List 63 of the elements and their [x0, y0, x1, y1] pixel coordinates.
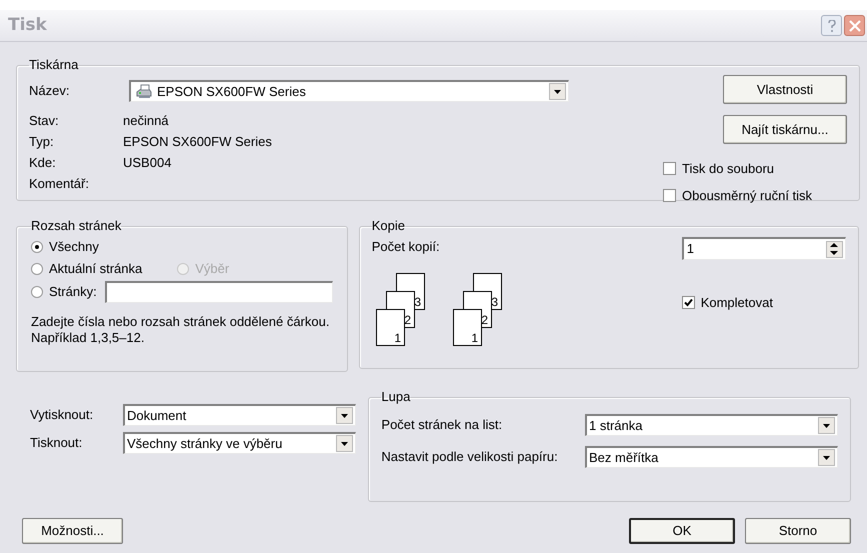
field-label: Komentář:: [29, 174, 90, 193]
field-label: Tisknout:: [30, 434, 84, 452]
group-label: Lupa: [381, 390, 410, 404]
field-value: nečinná: [123, 112, 169, 130]
dropdown-button[interactable]: [818, 449, 835, 466]
radio-label: Aktuální stránka: [49, 260, 142, 278]
field-value: EPSON SX600FW Series: [123, 132, 272, 151]
group-label: Kopie: [372, 219, 405, 233]
pages-input[interactable]: [104, 281, 333, 303]
caret-down-icon: [341, 414, 348, 418]
caret-down-icon: [341, 442, 348, 446]
radio-button[interactable]: [31, 286, 43, 298]
close-icon: [848, 20, 860, 32]
spin-buttons[interactable]: [826, 240, 843, 258]
checkbox[interactable]: [663, 188, 676, 202]
dropdown-button[interactable]: [336, 435, 353, 452]
select-dropdown[interactable]: 1 stránka: [585, 414, 838, 436]
dropdown-button[interactable]: [818, 417, 835, 434]
dialog-button[interactable]: OK: [629, 518, 735, 544]
radio-label: Stránky:: [49, 283, 97, 302]
field-label: Název:: [29, 82, 70, 100]
caret-down-icon: [823, 424, 830, 428]
field-label: Typ:: [29, 132, 55, 151]
printer-icon: [135, 84, 153, 99]
field-label: Počet kopií:: [372, 238, 441, 256]
checkbox[interactable]: [663, 162, 676, 176]
page-stack-drawing: 3 2 1: [376, 272, 425, 346]
group-label: Rozsah stránek: [31, 219, 122, 233]
group-label: Tiskárna: [29, 58, 78, 72]
select-dropdown[interactable]: Všechny stránky ve výběru: [123, 432, 356, 454]
select-dropdown[interactable]: Dokument: [123, 404, 356, 426]
dialog-button[interactable]: Storno: [745, 518, 851, 544]
question-mark-icon: [826, 20, 836, 32]
dropdown-button[interactable]: [549, 83, 566, 100]
field-label: Nastavit podle velikosti papíru:: [381, 448, 558, 466]
field-label: Stav:: [29, 112, 60, 130]
dialog-button[interactable]: Najít tiskárnu...: [723, 115, 847, 144]
select-dropdown[interactable]: Bez měřítka: [585, 446, 838, 468]
field-value: USB004: [123, 154, 172, 172]
checkbox[interactable]: [682, 296, 695, 310]
checkbox-label: Obousměrný ruční tisk: [682, 186, 812, 205]
field-label: Kde:: [29, 154, 57, 172]
radio-label: Výběr: [195, 260, 230, 278]
radio-label: Všechny: [49, 238, 99, 256]
printer-dropdown[interactable]: EPSON SX600FW Series: [129, 80, 569, 102]
radio-button[interactable]: [31, 263, 43, 275]
checkbox-label: Tisk do souboru: [682, 160, 774, 178]
field-label: Vytisknout:: [30, 406, 94, 424]
checkmark-icon: [684, 298, 693, 308]
window-title: Tisk: [8, 14, 48, 37]
caret-down-icon: [554, 90, 561, 94]
caret-down-icon: [823, 456, 830, 460]
dialog-button[interactable]: Vlastnosti: [723, 75, 847, 104]
field-label: Počet stránek na list:: [381, 416, 502, 434]
radio-button[interactable]: [31, 241, 43, 253]
page-stack-drawing: 3 2 1: [452, 272, 502, 346]
dialog-button[interactable]: Možnosti...: [22, 518, 123, 544]
dropdown-button[interactable]: [336, 407, 353, 424]
hint-text: Zadejte čísla nebo rozsah stránek oddělené čárkou. Například 1,3,5–12.: [31, 314, 330, 346]
close-button[interactable]: [844, 15, 865, 36]
up-down-arrows-icon: [830, 243, 838, 255]
checkbox-label: Kompletovat: [700, 294, 773, 312]
copies-spinner[interactable]: 1: [682, 237, 846, 260]
